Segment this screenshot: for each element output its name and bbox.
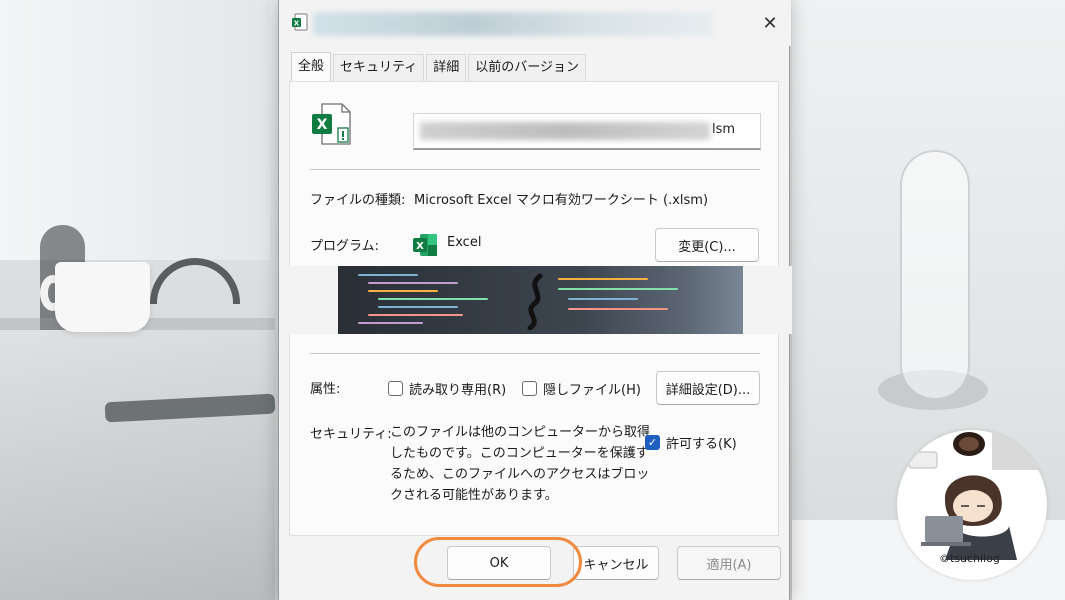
unblock-checkbox[interactable]: ✓ 許可する(K) [645, 433, 737, 452]
svg-text:X: X [317, 117, 328, 133]
checkmark-icon: ✓ [647, 436, 658, 449]
excel-file-icon: X [292, 13, 308, 31]
cancel-button[interactable]: キャンセル [573, 546, 659, 580]
change-program-button[interactable]: 変更(C)... [655, 228, 759, 262]
code-line [358, 322, 423, 324]
code-line [558, 278, 648, 280]
filename-field[interactable]: lsm [413, 113, 761, 150]
security-message-line: したものです。このコンピューターを保護す [390, 446, 649, 461]
code-line [558, 288, 678, 290]
security-message-line: このファイルは他のコンピューターから取得 [390, 425, 651, 440]
svg-text:X: X [294, 20, 300, 28]
tab-security[interactable]: セキュリティ [333, 54, 425, 82]
code-line [358, 274, 418, 276]
author-avatar: ©tsuchilog [897, 430, 1047, 580]
readonly-checkbox[interactable]: 読み取り専用(R) [388, 379, 506, 398]
attributes-label: 属性: [310, 382, 341, 397]
background-desk [0, 330, 275, 600]
security-message-line: クされる可能性があります。 [390, 488, 558, 503]
close-icon: ✕ [762, 12, 778, 34]
background-mug [55, 262, 150, 332]
unblock-checkbox-label: 許可する(K) [666, 437, 737, 452]
tab-strip: 全般 セキュリティ 詳細 以前のバージョン [291, 52, 588, 82]
svg-text:X: X [416, 241, 424, 252]
excel-app-icon: X [413, 234, 437, 256]
ok-highlight-ring [414, 537, 582, 587]
code-line [568, 298, 638, 300]
apply-button[interactable]: 適用(A) [677, 546, 781, 580]
readonly-checkbox-label: 読み取り専用(R) [409, 383, 507, 398]
code-line [368, 314, 463, 316]
filename-suffix: lsm [712, 122, 736, 137]
omission-squiggle-icon [527, 273, 543, 330]
advanced-attributes-button[interactable]: 詳細設定(D)... [656, 371, 760, 405]
code-line [378, 298, 488, 300]
tab-previous-versions[interactable]: 以前のバージョン [468, 54, 587, 82]
close-button[interactable]: ✕ [753, 8, 787, 38]
hidden-checkbox-box[interactable] [522, 381, 537, 396]
code-line [568, 308, 668, 310]
unblock-checkbox-box[interactable]: ✓ [645, 435, 660, 450]
file-type-label: ファイルの種類: [310, 193, 406, 208]
security-label: セキュリティ: [310, 427, 392, 442]
background-window [0, 0, 270, 260]
program-value: Excel [447, 235, 482, 250]
filename-redacted [420, 122, 710, 140]
code-line [368, 290, 438, 292]
program-label: プログラム: [310, 239, 379, 254]
background-lamp [900, 150, 970, 400]
excel-macro-file-icon: X [312, 103, 351, 145]
watermark-text: ©tsuchilog [939, 552, 1000, 565]
security-message: このファイルは他のコンピューターから取得 したものです。このコンピューターを保護… [390, 422, 650, 506]
background-headphones [150, 258, 240, 304]
separator [310, 353, 760, 354]
code-line [368, 282, 458, 284]
title-text-redacted [313, 12, 713, 36]
file-type-value: Microsoft Excel マクロ有効ワークシート (.xlsm) [414, 193, 709, 208]
security-message-line: るため、このファイルへのアクセスはブロッ [390, 467, 650, 482]
separator [310, 169, 760, 170]
title-bar[interactable]: X ✕ [279, 0, 791, 46]
tab-general[interactable]: 全般 [291, 52, 332, 82]
tab-details[interactable]: 詳細 [426, 54, 467, 82]
hidden-checkbox-label: 隠しファイル(H) [543, 383, 641, 398]
hidden-checkbox[interactable]: 隠しファイル(H) [522, 379, 641, 398]
code-line [378, 306, 458, 308]
readonly-checkbox-box[interactable] [388, 381, 403, 396]
